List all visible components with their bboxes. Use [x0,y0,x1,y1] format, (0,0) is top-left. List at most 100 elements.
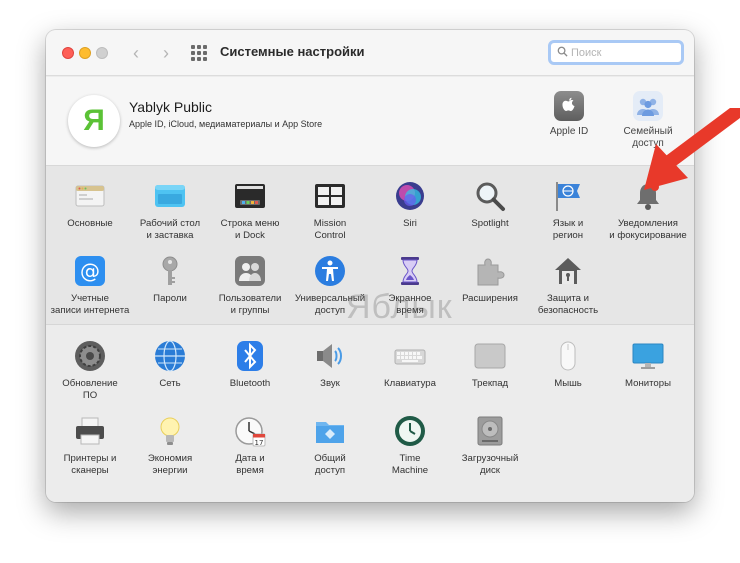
show-all-grid-icon[interactable] [191,45,207,61]
window-title: Системные настройки [220,44,365,59]
red-arrow-icon [644,108,740,190]
pref-time-machine-label: Time Machine [391,453,429,476]
apple-id-pref[interactable]: Apple ID [529,91,609,138]
pref-spotlight-label: Spotlight [471,218,509,229]
pref-internet-accounts[interactable]: @ Учетные записи интернета [50,255,130,316]
displays-icon [632,340,664,372]
search-field[interactable] [548,40,684,65]
pref-network-label: Сеть [159,378,181,389]
security-icon [552,255,584,287]
pref-software-update[interactable]: Обновление ПО [50,340,130,401]
siri-icon [394,180,426,212]
pref-date-time[interactable]: 17 Дата и время [210,415,290,476]
pref-desktop[interactable]: Рабочий стол и заставка [130,180,210,241]
pref-energy-label: Экономия энергии [147,453,193,476]
pref-printers[interactable]: Принтеры и сканеры [50,415,130,476]
pref-mouse[interactable]: Мышь [528,340,608,390]
pref-bluetooth[interactable]: Bluetooth [210,340,290,390]
pref-language[interactable]: Язык и регион [528,180,608,241]
desktop-icon [154,180,186,212]
screen-time-icon [394,255,426,287]
pref-trackpad[interactable]: Трекпад [450,340,530,390]
zoom-button[interactable] [96,47,108,59]
pref-passwords-label: Пароли [153,293,187,304]
printers-icon [74,415,106,447]
pref-extensions-label: Расширения [462,293,518,304]
watermark: Яблык [346,288,453,326]
internet-accounts-icon: @ [74,255,106,287]
search-input[interactable] [571,45,679,61]
apple-id-icon [554,91,584,121]
pref-sharing[interactable]: Общий доступ [290,415,370,476]
general-icon [74,180,106,212]
users-icon [234,255,266,287]
mission-control-icon [314,180,346,212]
svg-text:17: 17 [255,439,264,447]
pref-desktop-label: Рабочий стол и заставка [139,218,201,241]
apple-id-label: Apple ID [549,126,589,137]
pref-displays-label: Мониторы [625,378,671,389]
pref-internet-accounts-label: Учетные записи интернета [50,293,130,316]
pref-users-label: Пользователи и группы [218,293,282,316]
pref-sharing-label: Общий доступ [314,453,346,476]
avatar[interactable]: Я [68,95,120,147]
pref-startup-disk-label: Загрузочный диск [461,453,519,476]
pref-users[interactable]: Пользователи и группы [210,255,290,316]
pref-bluetooth-label: Bluetooth [229,378,271,389]
dock-icon [234,180,266,212]
pref-displays[interactable]: Мониторы [608,340,688,390]
forward-arrow-icon[interactable]: › [156,42,176,64]
close-button[interactable] [62,47,74,59]
spotlight-icon [474,180,506,212]
energy-icon [154,415,186,447]
accessibility-icon [314,255,346,287]
pref-energy[interactable]: Экономия энергии [130,415,210,476]
trackpad-icon [474,340,506,372]
pref-sound[interactable]: Звук [290,340,370,390]
account-subtitle: Apple ID, iCloud, медиаматериалы и App S… [129,119,323,129]
pref-siri[interactable]: Siri [370,180,450,230]
pref-keyboard-label: Клавиатура [384,378,436,389]
pref-dock[interactable]: Строка меню и Dock [210,180,290,241]
language-icon [552,180,584,212]
sharing-icon [314,415,346,447]
time-machine-icon [394,415,426,447]
pref-notifications-label: Уведомления и фокусирование [609,218,687,241]
pref-software-update-label: Обновление ПО [62,378,118,401]
pref-keyboard[interactable]: Клавиатура [370,340,450,390]
pref-mission-control[interactable]: Mission Control [290,180,370,241]
pref-sound-label: Звук [320,378,340,389]
title-bar: ‹ › Системные настройки [46,30,694,76]
sound-icon [314,340,346,372]
pref-passwords[interactable]: Пароли [130,255,210,305]
back-arrow-icon[interactable]: ‹ [126,42,146,64]
pref-siri-label: Siri [403,218,417,229]
pref-time-machine[interactable]: Time Machine [370,415,450,476]
preferences-section-2: Обновление ПО Сеть Bluetooth Звук Клавиа… [46,326,694,502]
pref-general[interactable]: Основные [50,180,130,230]
pref-network[interactable]: Сеть [130,340,210,390]
software-update-icon [74,340,106,372]
pref-language-label: Язык и регион [552,218,584,241]
pref-general-label: Основные [67,218,113,229]
pref-startup-disk[interactable]: Загрузочный диск [450,415,530,476]
pref-extensions[interactable]: Расширения [450,255,530,305]
pref-mouse-label: Мышь [554,378,582,389]
pref-security-label: Защита и безопасность [537,293,599,316]
startup-disk-icon [474,415,506,447]
apple-account-section: Я Yablyk Public Apple ID, iCloud, медиам… [46,77,694,165]
minimize-button[interactable] [79,47,91,59]
pref-spotlight[interactable]: Spotlight [450,180,530,230]
svg-text:@: @ [80,259,100,283]
date-time-icon: 17 [234,415,266,447]
pref-dock-label: Строка меню и Dock [220,218,280,241]
keyboard-icon [394,340,426,372]
search-icon [557,46,568,57]
mouse-icon [552,340,584,372]
pref-security[interactable]: Защита и безопасность [528,255,608,316]
extensions-icon [474,255,506,287]
pref-mission-control-label: Mission Control [313,218,347,241]
pref-printers-label: Принтеры и сканеры [63,453,117,476]
pref-date-time-label: Дата и время [235,453,265,476]
network-icon [154,340,186,372]
